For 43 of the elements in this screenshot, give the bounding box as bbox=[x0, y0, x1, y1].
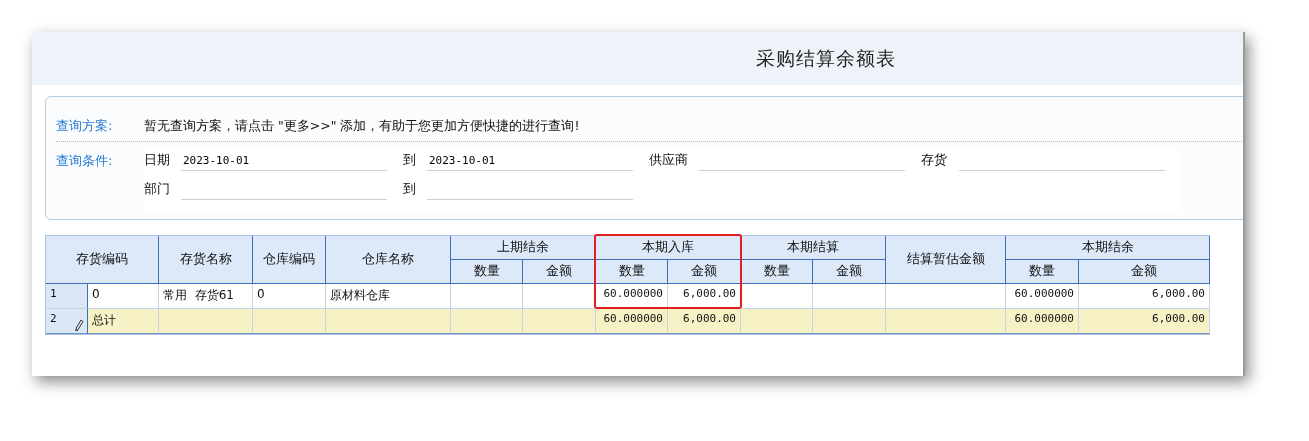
table-cell: 0 bbox=[88, 284, 159, 309]
column-header: 数量 bbox=[741, 260, 813, 284]
column-header: 仓库编码 bbox=[253, 236, 326, 284]
column-header: 金额 bbox=[523, 260, 596, 284]
column-header: 本期入库 bbox=[596, 236, 741, 260]
query-scheme-hint: 暂无查询方案，请点击 "更多>>" 添加，有助于您更加方便快捷的进行查询! bbox=[144, 118, 580, 135]
table-cell: 0 bbox=[253, 284, 326, 309]
input-field[interactable]: 2023-10-01 bbox=[427, 150, 633, 171]
table-cell: 6,000.00 bbox=[1079, 284, 1210, 309]
input-field[interactable]: 2023-10-01 bbox=[181, 150, 387, 171]
column-header: 上期结余 bbox=[451, 236, 596, 260]
table-cell: 总计 bbox=[88, 309, 159, 334]
table-cell: 原材料仓库 bbox=[326, 284, 451, 309]
column-header: 数量 bbox=[451, 260, 523, 284]
table-cell: 60.000000 bbox=[1006, 309, 1079, 334]
column-header: 金额 bbox=[1079, 260, 1210, 284]
field-label: 到 bbox=[403, 180, 417, 198]
row-number-text: 1 bbox=[50, 287, 57, 300]
field-label: 日期 bbox=[144, 151, 171, 169]
table-cell: 60.000000 bbox=[596, 284, 668, 309]
table-cell: 6,000.00 bbox=[668, 309, 741, 334]
field-label: 到 bbox=[403, 151, 417, 169]
query-scheme-label: 查询方案: bbox=[56, 117, 114, 135]
column-header: 金额 bbox=[668, 260, 741, 284]
column-header: 仓库名称 bbox=[326, 236, 451, 284]
query-condition-label: 查询条件: bbox=[56, 152, 114, 170]
column-header: 数量 bbox=[1006, 260, 1079, 284]
column-header: 存货编码 bbox=[46, 236, 159, 284]
field-label: 存货 bbox=[921, 151, 948, 169]
column-header: 本期结余 bbox=[1006, 236, 1210, 260]
window-title: 采购结算余额表 bbox=[756, 45, 896, 71]
row-number-text: 2 bbox=[50, 312, 57, 325]
column-header: 结算暂估金额 bbox=[886, 236, 1006, 284]
table-cell: 常用 存货61 bbox=[159, 284, 253, 309]
table-cell: 60.000000 bbox=[1006, 284, 1079, 309]
column-header: 数量 bbox=[596, 260, 668, 284]
field-label: 部门 bbox=[144, 180, 171, 198]
column-header: 金额 bbox=[813, 260, 886, 284]
column-header: 存货名称 bbox=[159, 236, 253, 284]
table-cell: 6,000.00 bbox=[1079, 309, 1210, 334]
field-label: 供应商 bbox=[649, 151, 689, 169]
column-header: 本期结算 bbox=[741, 236, 886, 260]
table-cell: 60.000000 bbox=[596, 309, 668, 334]
